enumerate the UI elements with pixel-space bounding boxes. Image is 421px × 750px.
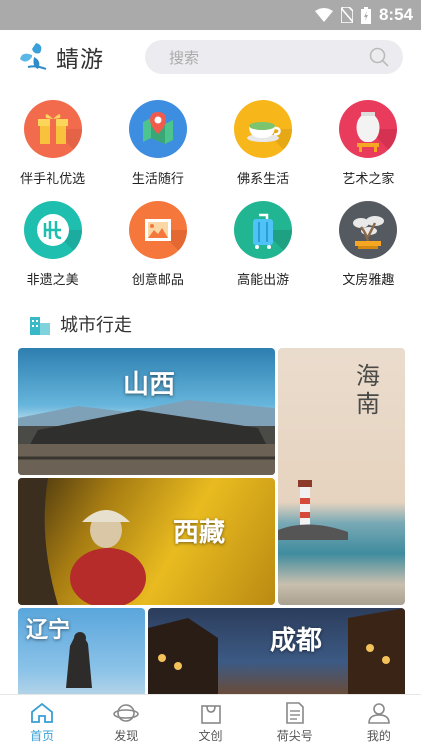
tab-hejianhao[interactable]: 荷尖号 xyxy=(253,695,337,750)
header: 蜻游 搜索 xyxy=(0,30,421,84)
city-name: 成都 xyxy=(270,626,323,656)
search-input[interactable]: 搜索 xyxy=(169,47,369,68)
map-pin-icon[interactable] xyxy=(128,100,187,158)
app-name: 蜻游 xyxy=(56,47,104,73)
vase-icon[interactable] xyxy=(339,100,398,158)
tab-label: 荷尖号 xyxy=(276,728,313,743)
article-icon xyxy=(285,701,304,724)
city-card-chengdu[interactable]: 成都 xyxy=(148,608,405,698)
city-card-tibet[interactable]: 西藏 xyxy=(18,478,275,605)
city-card-hainan[interactable]: 海南 xyxy=(278,348,405,605)
battery-charging-icon xyxy=(360,6,371,24)
luggage-icon[interactable] xyxy=(234,201,293,259)
tab-profile[interactable]: 我的 xyxy=(337,695,421,750)
category-heritage[interactable]: 非遗之美 xyxy=(0,201,105,288)
tab-label: 发现 xyxy=(114,728,139,743)
category-stamps[interactable]: 创意邮品 xyxy=(105,201,210,288)
category-art[interactable]: 艺术之家 xyxy=(316,100,421,187)
tab-label: 文创 xyxy=(198,728,223,743)
city-building-icon xyxy=(30,317,50,335)
category-label: 高能出游 xyxy=(237,273,290,288)
city-cards: 山西 海南 西藏 辽宁 成都 xyxy=(0,348,421,698)
tab-home[interactable]: 首页 xyxy=(0,695,84,750)
category-label: 佛系生活 xyxy=(237,172,290,187)
tab-discover[interactable]: 发现 xyxy=(84,695,168,750)
app-logo: 蜻游 xyxy=(18,40,104,74)
category-label: 伴手礼优选 xyxy=(20,172,86,187)
user-icon xyxy=(368,702,390,724)
category-label: 生活随行 xyxy=(131,172,184,187)
category-label: 文房雅趣 xyxy=(342,273,395,288)
city-name: 辽宁 xyxy=(26,617,71,643)
city-name: 西藏 xyxy=(173,518,226,548)
wifi-icon xyxy=(314,8,333,22)
search-icon[interactable] xyxy=(369,47,389,67)
category-label: 创意邮品 xyxy=(131,273,184,288)
planet-icon xyxy=(113,703,140,722)
section-header: 城市行走 xyxy=(0,310,421,338)
clock: 8:54 xyxy=(378,5,413,24)
tab-label: 我的 xyxy=(366,728,391,743)
status-bar: 8:54 xyxy=(0,0,421,30)
category-lifestyle[interactable]: 生活随行 xyxy=(105,100,210,187)
heritage-seal-icon[interactable] xyxy=(23,201,82,259)
search-bar[interactable]: 搜索 xyxy=(145,40,403,74)
bonsai-icon[interactable] xyxy=(339,201,398,259)
gift-icon[interactable] xyxy=(23,100,82,158)
category-label: 艺术之家 xyxy=(342,172,395,187)
stamp-icon[interactable] xyxy=(128,201,187,259)
category-travel[interactable]: 高能出游 xyxy=(211,201,316,288)
category-study[interactable]: 文房雅趣 xyxy=(316,201,421,288)
category-zen[interactable]: 佛系生活 xyxy=(211,100,316,187)
city-name: 海南 xyxy=(356,362,380,418)
shopping-bag-icon xyxy=(200,704,221,724)
tab-label: 首页 xyxy=(30,728,55,743)
city-card-shanxi[interactable]: 山西 xyxy=(18,348,275,475)
category-gifts[interactable]: 伴手礼优选 xyxy=(0,100,105,187)
tea-cup-icon[interactable] xyxy=(234,100,293,158)
dragonfly-logo-icon xyxy=(20,43,47,70)
tab-creative[interactable]: 文创 xyxy=(168,695,252,750)
city-card-liaoning[interactable]: 辽宁 xyxy=(18,608,145,698)
section-title: 城市行走 xyxy=(60,315,132,336)
city-name: 山西 xyxy=(123,370,176,400)
category-label: 非遗之美 xyxy=(26,273,79,288)
category-grid: 伴手礼优选 生活随行 佛系生活 艺术之家 非遗之美 创意邮品 高能出游 文房雅趣 xyxy=(0,100,421,288)
home-icon xyxy=(31,702,53,723)
no-sim-icon xyxy=(340,7,353,23)
bottom-tab-bar: 首页 发现 文创 荷尖号 我的 xyxy=(0,694,421,750)
